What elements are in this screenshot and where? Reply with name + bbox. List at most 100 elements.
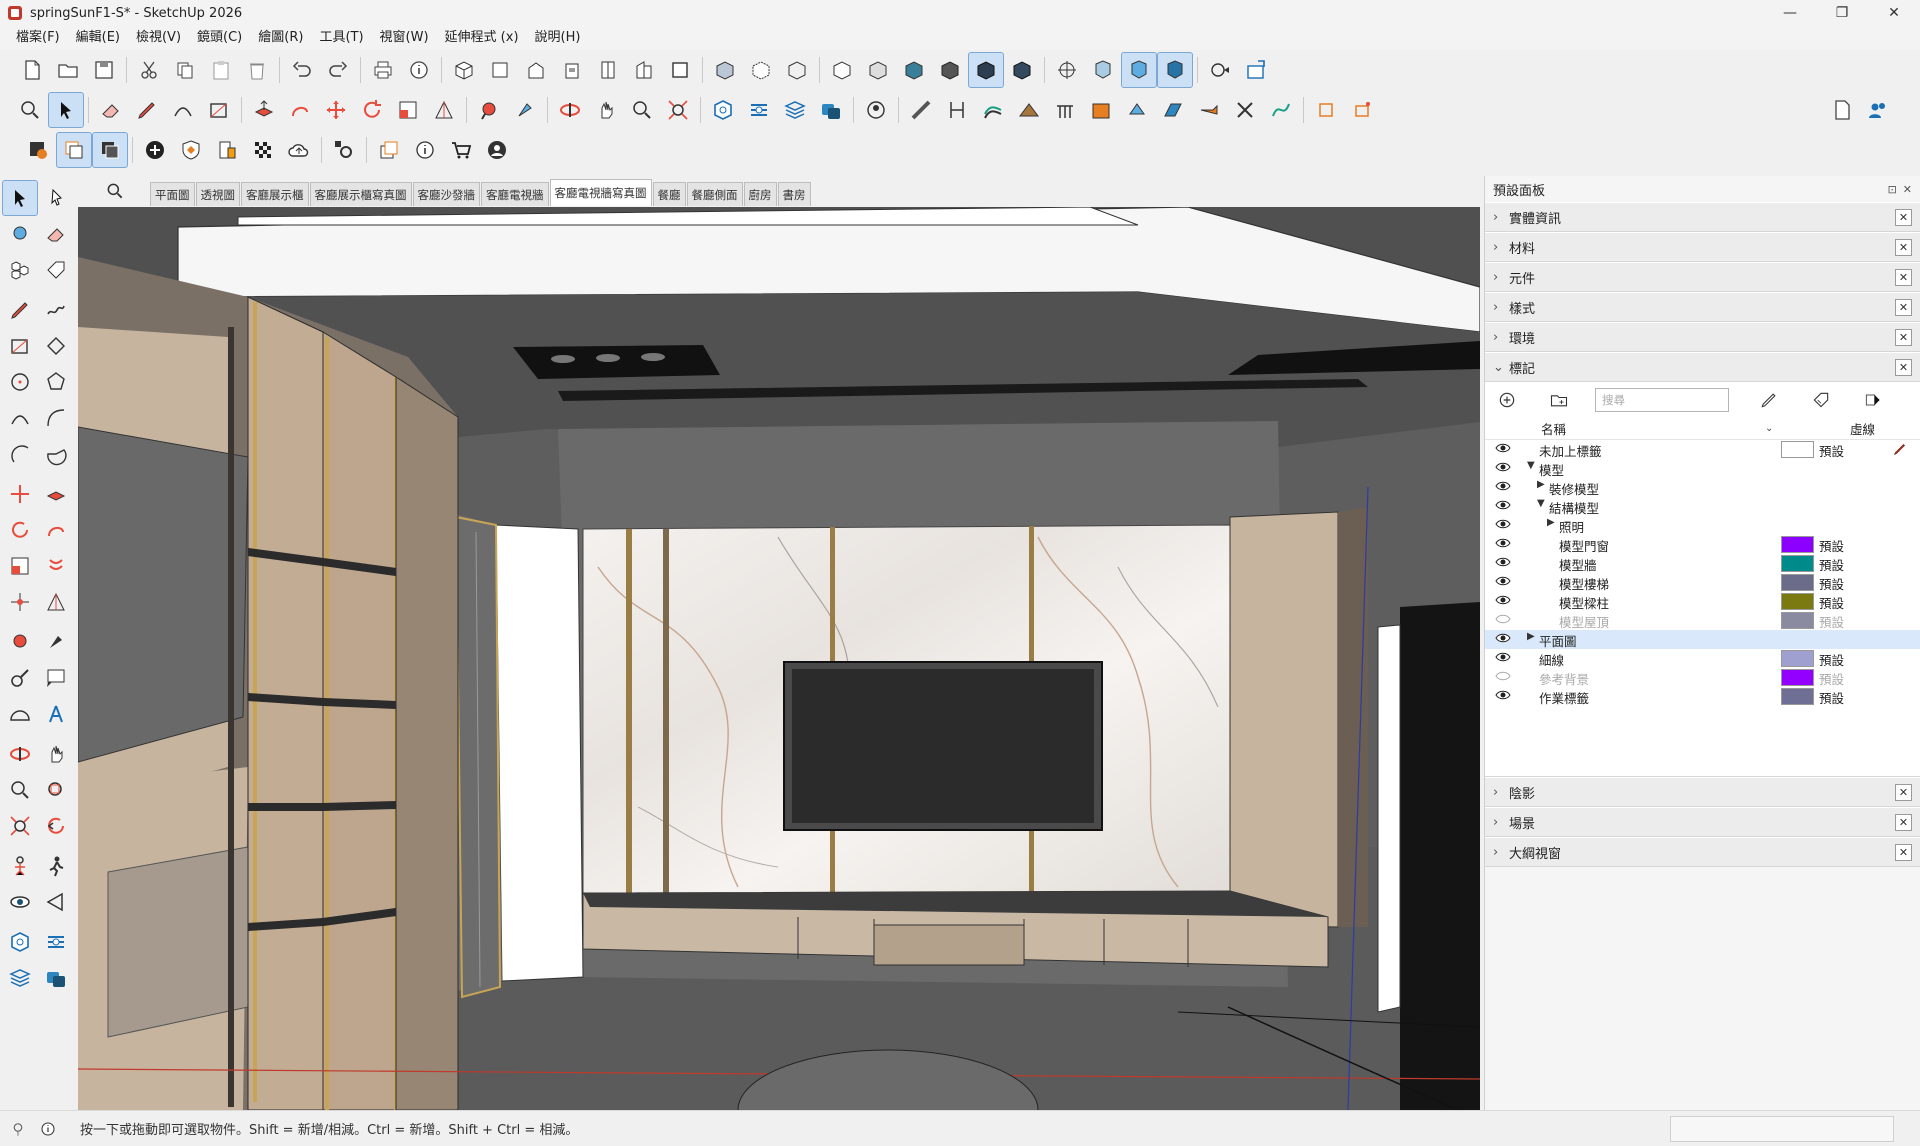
monochrome-icon[interactable] — [932, 52, 968, 88]
menu-draw[interactable]: 繪圖(R) — [250, 26, 311, 50]
scene-tab[interactable]: 書房 — [777, 182, 811, 206]
zoom-extents-icon[interactable] — [660, 92, 696, 128]
scene-tab[interactable]: 餐廳 — [652, 182, 686, 206]
scissors-tool-icon[interactable] — [1227, 92, 1263, 128]
tag-row[interactable]: 模型門窗 預設 — [1485, 535, 1920, 554]
sandbox-grid-icon[interactable] — [1191, 92, 1227, 128]
flip-icon[interactable] — [38, 584, 74, 620]
paint-bucket-tool-icon[interactable] — [2, 624, 38, 660]
tag-tool-icon[interactable] — [1809, 388, 1833, 412]
make-component-icon[interactable] — [2, 252, 38, 288]
tag-dash-value[interactable]: 預設 — [1819, 650, 1844, 669]
paint-icon[interactable] — [2, 216, 38, 252]
sample-tool-icon[interactable] — [38, 624, 74, 660]
style-dark-icon[interactable] — [1004, 52, 1040, 88]
tag-dash-value[interactable]: 預設 — [1819, 441, 1844, 460]
eye-icon[interactable] — [1495, 461, 1511, 475]
tag-dash-value[interactable]: 預設 — [1819, 536, 1844, 555]
tag-dash-value[interactable]: 預設 — [1819, 593, 1844, 612]
3d-warehouse-share-icon[interactable] — [1238, 52, 1274, 88]
open-folder-icon[interactable] — [50, 52, 86, 88]
eye-icon[interactable] — [1495, 499, 1511, 513]
wireframe-icon[interactable] — [779, 52, 815, 88]
push-pull-tool-icon[interactable] — [38, 476, 74, 512]
shopping-cart-icon[interactable] — [443, 132, 479, 168]
look-around-icon[interactable] — [2, 884, 38, 920]
tag-row[interactable]: 模型樓梯 預設 — [1485, 573, 1920, 592]
extension-settings-icon[interactable] — [326, 132, 362, 168]
delete-icon[interactable] — [239, 52, 275, 88]
extension-info-icon[interactable] — [407, 132, 443, 168]
scene-tab[interactable]: 客廳電視牆寫真圖 — [549, 179, 652, 206]
save-icon[interactable] — [86, 52, 122, 88]
tag-color-swatch[interactable] — [1781, 574, 1814, 591]
outliner-gear-icon[interactable] — [20, 132, 56, 168]
tag-tool-icon[interactable] — [38, 252, 74, 288]
camera-icon[interactable] — [1202, 52, 1238, 88]
position-camera-person-icon[interactable] — [2, 848, 38, 884]
add-tag-folder-icon[interactable] — [1547, 388, 1571, 412]
tag-dash-value[interactable]: 預設 — [1819, 688, 1844, 707]
panel-close-button[interactable]: ✕ — [1895, 239, 1912, 256]
dimension-icon[interactable] — [939, 92, 975, 128]
menu-file[interactable]: 檔案(F) — [8, 26, 68, 50]
follow-me-tool-icon[interactable] — [38, 512, 74, 548]
add-tag-icon[interactable] — [1495, 388, 1519, 412]
component-tool-icon[interactable] — [38, 960, 74, 996]
scene-tab[interactable]: 透視圖 — [195, 182, 240, 206]
3d-viewport[interactable] — [78, 207, 1480, 1110]
eye-icon[interactable] — [1495, 518, 1511, 532]
document-icon[interactable] — [1824, 92, 1860, 128]
protractor-icon[interactable] — [2, 696, 38, 732]
zoom-extents-tool-icon[interactable] — [2, 808, 38, 844]
menu-help[interactable]: 說明(H) — [527, 26, 589, 50]
panel-close-button[interactable]: ✕ — [1895, 359, 1912, 376]
top-panel-3[interactable]: › 樣式 ✕ — [1485, 292, 1920, 322]
top-panel-4[interactable]: › 環境 ✕ — [1485, 322, 1920, 352]
follow-me-icon[interactable] — [282, 92, 318, 128]
eye-icon[interactable] — [1495, 689, 1511, 703]
scale-tool-icon[interactable] — [2, 548, 38, 584]
bottom-panel-2[interactable]: › 大綱視窗 ✕ — [1485, 837, 1920, 867]
eraser-icon[interactable] — [93, 92, 129, 128]
close-window-button[interactable]: ✕ — [1868, 0, 1920, 26]
eraser-tool-icon[interactable] — [38, 216, 74, 252]
add-circle-icon[interactable] — [137, 132, 173, 168]
sandbox-smoove-icon[interactable] — [1011, 92, 1047, 128]
eye-hidden-icon[interactable] — [1495, 613, 1511, 627]
freehand-icon[interactable] — [38, 292, 74, 328]
three-point-arc-icon[interactable] — [2, 436, 38, 472]
credits-info-icon[interactable] — [36, 1117, 60, 1141]
panel-close-button[interactable]: ✕ — [1895, 814, 1912, 831]
select-icon[interactable] — [2, 180, 38, 216]
scene-tab[interactable]: 餐廳側面 — [686, 182, 743, 206]
eye-icon[interactable] — [1495, 537, 1511, 551]
bottom-panel-0[interactable]: › 陰影 ✕ — [1485, 777, 1920, 807]
sandbox-from-contours-icon[interactable] — [975, 92, 1011, 128]
top-panel-1[interactable]: › 材料 ✕ — [1485, 232, 1920, 262]
tag-color-swatch[interactable] — [1781, 650, 1814, 667]
3d-text-icon[interactable] — [38, 696, 74, 732]
bring-front-icon[interactable] — [371, 132, 407, 168]
menu-camera[interactable]: 鏡頭(C) — [189, 26, 250, 50]
offset-tool-icon[interactable] — [38, 548, 74, 584]
section-fill-icon[interactable] — [1157, 52, 1193, 88]
tag-row[interactable]: 模型牆 預設 — [1485, 554, 1920, 573]
tag-color-swatch[interactable] — [1781, 612, 1814, 629]
sandbox-flip-icon[interactable] — [1155, 92, 1191, 128]
position-camera-icon[interactable] — [2, 584, 38, 620]
pie-icon[interactable] — [38, 436, 74, 472]
menu-window[interactable]: 視窗(W) — [372, 26, 437, 50]
panel-close-button[interactable]: ✕ — [1895, 784, 1912, 801]
cloud-upload-icon[interactable] — [281, 132, 317, 168]
tag-dash-value[interactable]: 預設 — [1819, 574, 1844, 593]
tag-color-swatch[interactable] — [1781, 593, 1814, 610]
panel-close-button[interactable]: ✕ — [1895, 269, 1912, 286]
component-browser-icon[interactable] — [813, 92, 849, 128]
top-panel-2[interactable]: › 元件 ✕ — [1485, 262, 1920, 292]
move-icon[interactable] — [318, 92, 354, 128]
tag-search-input[interactable]: 搜尋 — [1595, 388, 1729, 412]
scene-tab[interactable]: 客廳沙發牆 — [412, 182, 480, 206]
component-swap-icon[interactable] — [92, 132, 128, 168]
solid-shield-icon[interactable] — [173, 132, 209, 168]
